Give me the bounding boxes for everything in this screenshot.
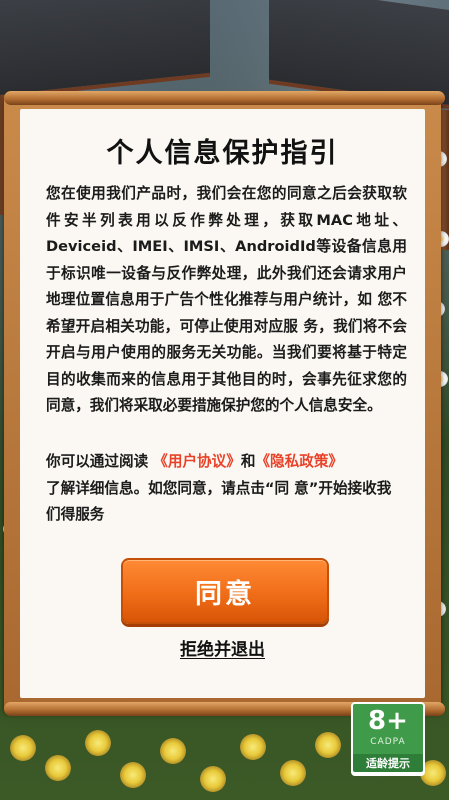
agree-button[interactable]: 同意 xyxy=(121,558,329,624)
read-prefix-text: 你可以通过阅读 xyxy=(46,453,149,470)
background-flower xyxy=(160,738,186,764)
background-flower xyxy=(85,730,111,756)
background-flower xyxy=(200,766,226,792)
age-rating-number: 8+ xyxy=(368,706,408,736)
background-flower xyxy=(45,755,71,781)
background-flower xyxy=(120,762,146,788)
reject-and-exit-link[interactable]: 拒绝并退出 xyxy=(20,635,425,660)
and-text: 和 xyxy=(240,453,256,470)
scroll-rod-top xyxy=(4,91,445,105)
background-flower xyxy=(315,732,341,758)
agreement-paragraph: 你可以通过阅读 《用户协议》和《隐私政策》 了解详细信息。如您同意，请点击“同 … xyxy=(46,449,405,529)
background-flower xyxy=(280,760,306,786)
privacy-policy-link[interactable]: 《隐私政策》 xyxy=(255,453,343,470)
background-flower xyxy=(10,735,36,761)
background-roof-left xyxy=(0,0,210,100)
age-rating-label[interactable]: 适龄提示 xyxy=(351,754,425,774)
background-flower xyxy=(240,734,266,760)
user-agreement-link[interactable]: 《用户协议》 xyxy=(153,453,241,470)
age-rating-org: CADPA xyxy=(370,737,406,747)
dialog-panel: 个人信息保护指引 您在使用我们产品时，我们会在您的同意之后会获取软件安半列表用以… xyxy=(20,109,425,698)
dialog-title: 个人信息保护指引 xyxy=(106,138,339,169)
privacy-body-text: 您在使用我们产品时，我们会在您的同意之后会获取软件安半列表用以反作弊处理，获取M… xyxy=(46,185,407,414)
privacy-dialog: 个人信息保护指引 您在使用我们产品时，我们会在您的同意之后会获取软件安半列表用以… xyxy=(4,91,445,716)
read-suffix-text: 了解详细信息。如您同意，请点击“同 意”开始接收我们得服务 xyxy=(46,479,392,524)
